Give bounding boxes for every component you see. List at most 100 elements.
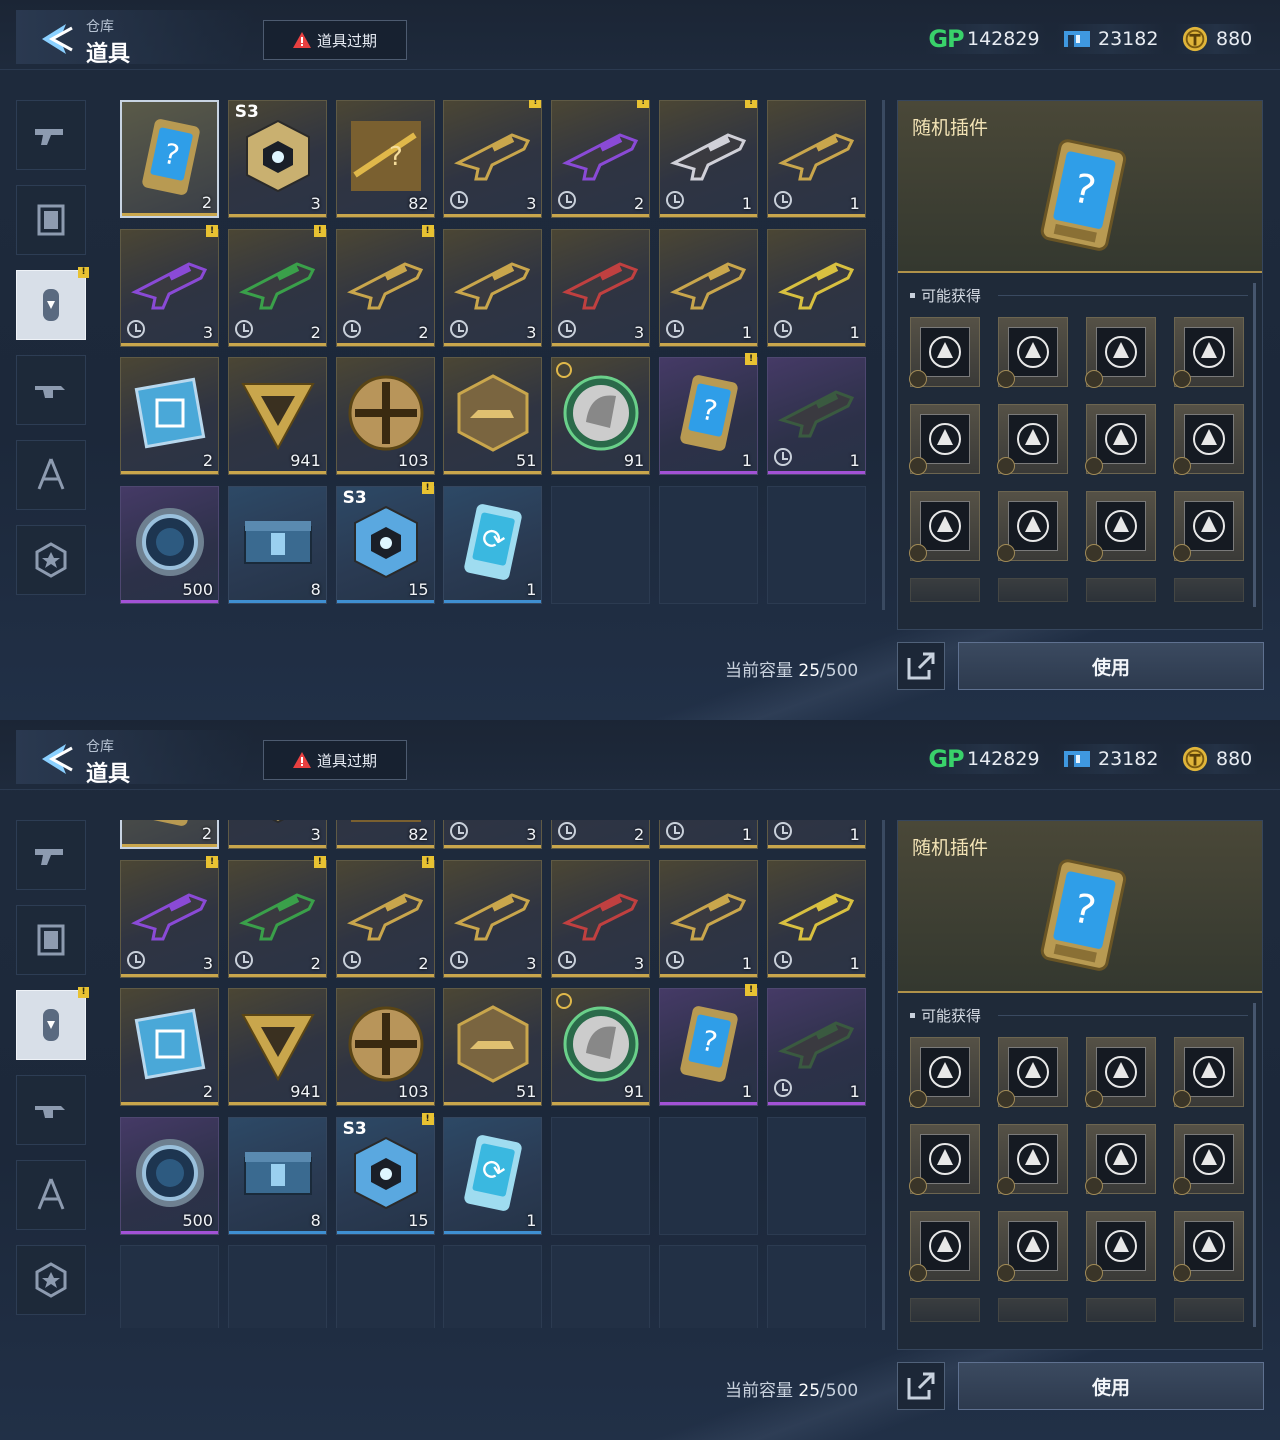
item-slot[interactable]: ?82 <box>335 100 435 218</box>
rewards-scrollbar[interactable] <box>1253 1003 1256 1327</box>
reward-plugin[interactable] <box>1085 317 1156 388</box>
item-slot[interactable]: 3 <box>551 228 651 347</box>
reward-plugin[interactable] <box>1086 578 1156 602</box>
back-button[interactable]: 仓库 道具 <box>16 10 256 64</box>
sidebar-tab[interactable] <box>16 185 86 255</box>
item-slot[interactable]: 1 <box>766 228 866 347</box>
ticket-currency[interactable]: 23182 <box>1056 24 1165 54</box>
item-slot[interactable]: S33 <box>227 820 327 849</box>
item-slot[interactable]: 8 <box>227 485 327 604</box>
reward-plugin[interactable] <box>909 317 980 388</box>
sidebar-tab[interactable] <box>16 905 86 975</box>
reward-plugin[interactable] <box>1174 578 1244 602</box>
item-slot[interactable]: 3 <box>443 228 543 347</box>
item-slot[interactable]: 91 <box>551 988 651 1106</box>
sidebar-tab[interactable] <box>16 355 86 425</box>
item-grid[interactable]: ?2S33?82!3!2!11!3!2!2331129411035191?!11… <box>120 100 870 608</box>
share-button[interactable] <box>897 642 945 690</box>
reward-plugin[interactable] <box>1173 317 1244 388</box>
sidebar-tab[interactable] <box>16 440 86 510</box>
item-slot[interactable]: 91 <box>551 357 651 475</box>
sidebar-tab[interactable] <box>16 525 86 595</box>
item-slot[interactable]: 941 <box>227 357 327 475</box>
item-slot[interactable]: 51 <box>443 357 543 475</box>
item-slot[interactable]: 1 <box>766 357 866 475</box>
item-slot[interactable]: 1 <box>766 820 866 849</box>
reward-plugin[interactable] <box>1085 491 1156 562</box>
item-slot[interactable]: ?2 <box>120 820 219 849</box>
item-slot[interactable]: !1 <box>659 100 758 218</box>
reward-plugin[interactable] <box>997 1124 1068 1195</box>
coin-currency[interactable]: 880 <box>1174 744 1259 774</box>
item-slot[interactable]: 1 <box>766 859 866 978</box>
sidebar-tab[interactable] <box>16 1075 86 1145</box>
item-slot[interactable]: !2 <box>335 855 435 978</box>
item-slot[interactable]: !2 <box>227 224 327 347</box>
reward-plugin[interactable] <box>909 1124 980 1195</box>
item-slot[interactable]: 2 <box>120 357 219 475</box>
expired-items-button[interactable]: 道具过期 <box>263 740 407 780</box>
share-button[interactable] <box>897 1362 945 1410</box>
reward-plugin[interactable] <box>1085 404 1156 475</box>
reward-plugin[interactable] <box>1085 1211 1156 1282</box>
reward-plugin[interactable] <box>1085 1124 1156 1195</box>
item-slot[interactable]: 1 <box>766 100 866 218</box>
reward-plugin[interactable] <box>997 491 1068 562</box>
item-slot[interactable]: 500 <box>120 485 219 604</box>
item-slot[interactable]: ?! 1 <box>659 353 758 475</box>
ticket-currency[interactable]: 23182 <box>1056 744 1165 774</box>
item-slot[interactable]: 1 <box>766 988 866 1106</box>
item-slot[interactable]: !3 <box>443 820 543 849</box>
gp-currency[interactable]: GP 142829 <box>925 744 1046 774</box>
sidebar-tab[interactable] <box>16 100 86 170</box>
reward-plugin[interactable] <box>909 404 980 475</box>
item-slot[interactable]: 8 <box>227 1116 327 1235</box>
sidebar-tab[interactable] <box>16 820 86 890</box>
item-slot[interactable]: !2 <box>335 224 435 347</box>
reward-plugin[interactable] <box>998 578 1068 602</box>
reward-plugin[interactable] <box>1173 404 1244 475</box>
item-slot[interactable]: 1 <box>659 859 758 978</box>
item-slot[interactable]: 103 <box>335 988 435 1106</box>
reward-plugin[interactable] <box>1086 1298 1156 1322</box>
item-slot[interactable]: S3! 15 <box>335 1112 435 1235</box>
item-grid[interactable]: ?2S33?82!3!2!11!3!2!2331129411035191?!11… <box>120 820 870 1328</box>
reward-plugin[interactable] <box>1173 1124 1244 1195</box>
expired-items-button[interactable]: 道具过期 <box>263 20 407 60</box>
grid-scrollbar[interactable] <box>882 100 885 610</box>
back-button[interactable]: 仓库 道具 <box>16 730 256 784</box>
item-slot[interactable]: ?82 <box>335 820 435 849</box>
reward-plugin[interactable] <box>910 1298 980 1322</box>
coin-currency[interactable]: 880 <box>1174 24 1259 54</box>
item-slot[interactable]: 3 <box>443 859 543 978</box>
grid-scrollbar[interactable] <box>882 820 885 1330</box>
item-slot[interactable]: !2 <box>551 100 651 218</box>
use-button[interactable]: 使用 <box>958 1362 1264 1410</box>
item-slot[interactable]: !3 <box>120 855 219 978</box>
item-slot[interactable]: !2 <box>227 855 327 978</box>
use-button[interactable]: 使用 <box>958 642 1264 690</box>
item-slot[interactable]: 2 <box>120 988 219 1106</box>
reward-plugin[interactable] <box>1173 1037 1244 1108</box>
item-slot[interactable]: 500 <box>120 1116 219 1235</box>
reward-plugin[interactable] <box>997 317 1068 388</box>
reward-plugin[interactable] <box>998 1298 1068 1322</box>
item-slot[interactable]: !3 <box>443 100 543 218</box>
item-slot[interactable]: 941 <box>227 988 327 1106</box>
item-slot[interactable]: S33 <box>227 100 327 218</box>
reward-plugin[interactable] <box>1085 1037 1156 1108</box>
reward-plugin[interactable] <box>997 1037 1068 1108</box>
reward-plugin[interactable] <box>910 578 980 602</box>
item-slot[interactable]: 103 <box>335 357 435 475</box>
item-slot[interactable]: 51 <box>443 988 543 1106</box>
gp-currency[interactable]: GP 142829 <box>925 24 1046 54</box>
sidebar-tab[interactable]: ! <box>16 987 89 1060</box>
reward-plugin[interactable] <box>997 404 1068 475</box>
item-slot[interactable]: 3 <box>551 859 651 978</box>
sidebar-tab[interactable] <box>16 1245 86 1315</box>
reward-plugin[interactable] <box>1173 491 1244 562</box>
reward-plugin[interactable] <box>909 1037 980 1108</box>
reward-plugin[interactable] <box>1174 1298 1244 1322</box>
reward-plugin[interactable] <box>909 491 980 562</box>
item-slot[interactable]: S3! 15 <box>335 481 435 604</box>
